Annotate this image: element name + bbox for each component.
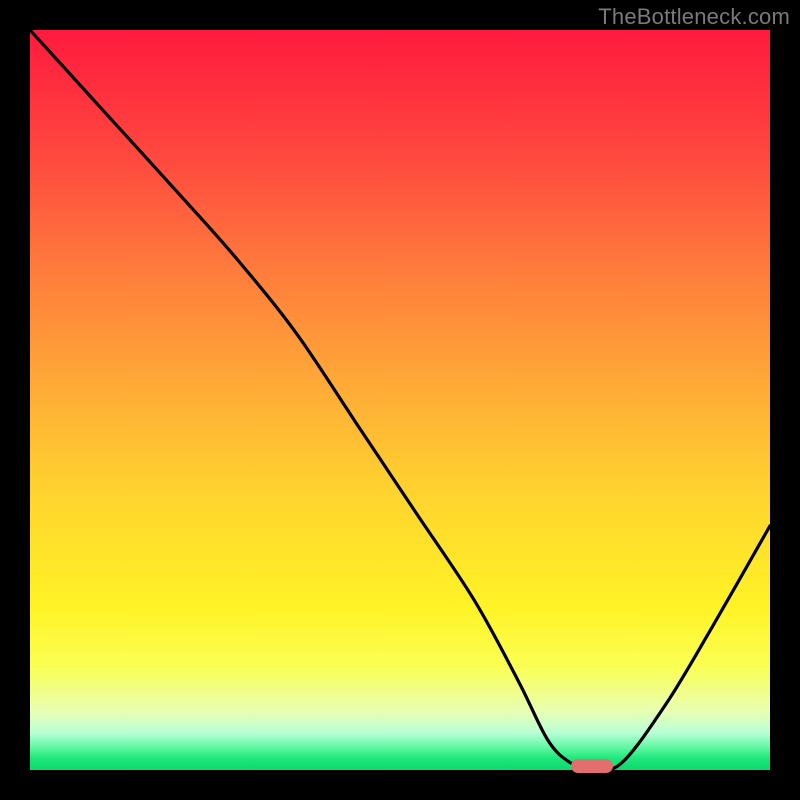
optimal-marker bbox=[571, 759, 613, 773]
attribution-text: TheBottleneck.com bbox=[598, 4, 790, 30]
chart-frame: TheBottleneck.com bbox=[0, 0, 800, 800]
bottleneck-curve bbox=[30, 30, 770, 770]
plot-area bbox=[30, 30, 770, 770]
